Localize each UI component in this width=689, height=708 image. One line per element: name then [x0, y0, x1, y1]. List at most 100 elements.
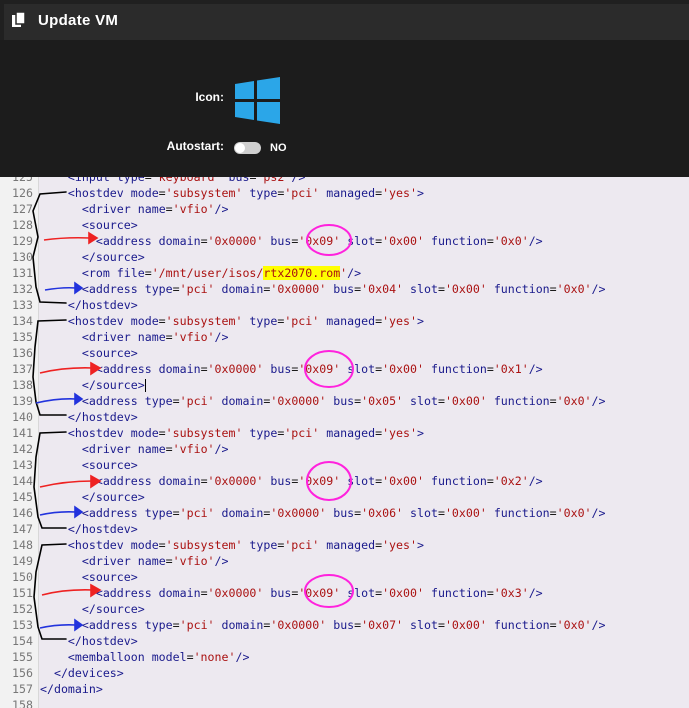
line-code: <source> [81, 218, 138, 232]
line-number: 137 [12, 362, 33, 376]
code-line[interactable]: 140 </hostdev> [0, 409, 689, 425]
line-code: <source> [81, 458, 138, 472]
code-line[interactable]: 137 <address domain='0x0000' bus='0x09' … [0, 361, 689, 377]
line-code: <address type='pci' domain='0x0000' bus=… [81, 506, 606, 520]
line-number: 150 [12, 570, 33, 584]
code-line[interactable]: 156 </devices> [0, 665, 689, 681]
code-line[interactable]: 149 <driver name='vfio'/> [0, 553, 689, 569]
line-code: <source> [81, 346, 138, 360]
text-cursor [144, 379, 146, 392]
line-code: <address domain='0x0000' bus='0x09' slot… [95, 234, 543, 248]
line-number: 135 [12, 330, 33, 344]
line-number: 127 [12, 202, 33, 216]
code-line[interactable]: 127 <driver name='vfio'/> [0, 201, 689, 217]
line-code: <address domain='0x0000' bus='0x09' slot… [95, 586, 543, 600]
line-number: 149 [12, 554, 33, 568]
line-code: <memballoon model='none'/> [67, 650, 250, 664]
line-code: </source> [81, 490, 145, 504]
code-line[interactable]: 144 <address domain='0x0000' bus='0x09' … [0, 473, 689, 489]
line-number: 143 [12, 458, 33, 472]
code-line[interactable]: 153 <address type='pci' domain='0x0000' … [0, 617, 689, 633]
code-line[interactable]: 147 </hostdev> [0, 521, 689, 537]
code-line[interactable]: 148 <hostdev mode='subsystem' type='pci'… [0, 537, 689, 553]
code-line[interactable]: 155 <memballoon model='none'/> [0, 649, 689, 665]
line-code: <hostdev mode='subsystem' type='pci' man… [67, 186, 424, 200]
line-number: 129 [12, 234, 33, 248]
code-line[interactable]: 143 <source> [0, 457, 689, 473]
windows-logo-icon[interactable] [235, 77, 280, 124]
code-line[interactable]: 129 <address domain='0x0000' bus='0x09' … [0, 233, 689, 249]
line-code: <driver name='vfio'/> [81, 330, 229, 344]
line-code: <address domain='0x0000' bus='0x09' slot… [95, 474, 543, 488]
window-header: Update VM [0, 0, 689, 40]
icon-label: Icon: [195, 90, 224, 104]
toggle-knob [235, 143, 245, 153]
line-number: 146 [12, 506, 33, 520]
autostart-label: Autostart: [166, 139, 224, 153]
code-line[interactable]: 150 <source> [0, 569, 689, 585]
line-number: 134 [12, 314, 33, 328]
code-line[interactable]: 135 <driver name='vfio'/> [0, 329, 689, 345]
line-number: 125 [12, 177, 33, 184]
line-number: 142 [12, 442, 33, 456]
line-code: </domain> [40, 682, 103, 696]
autostart-toggle[interactable] [234, 142, 261, 154]
line-code: <driver name='vfio'/> [81, 202, 229, 216]
code-line[interactable]: 136 <source> [0, 345, 689, 361]
line-number: 148 [12, 538, 33, 552]
line-code: </source> [81, 250, 145, 264]
line-number: 128 [12, 218, 33, 232]
line-code: <address type='pci' domain='0x0000' bus=… [81, 282, 606, 296]
code-line[interactable]: 139 <address type='pci' domain='0x0000' … [0, 393, 689, 409]
line-number: 154 [12, 634, 33, 648]
code-line[interactable]: 138 </source> [0, 377, 689, 393]
line-number: 126 [12, 186, 33, 200]
line-code: </hostdev> [67, 634, 138, 648]
line-code: <driver name='vfio'/> [81, 442, 229, 456]
line-number: 130 [12, 250, 33, 264]
line-code: <hostdev mode='subsystem' type='pci' man… [67, 538, 424, 552]
code-line[interactable]: 151 <address domain='0x0000' bus='0x09' … [0, 585, 689, 601]
autostart-value: NO [270, 142, 287, 154]
code-line[interactable]: 134 <hostdev mode='subsystem' type='pci'… [0, 313, 689, 329]
code-line[interactable]: 157 </domain> [0, 681, 689, 697]
code-line[interactable]: 133 </hostdev> [0, 297, 689, 313]
line-code: </devices> [53, 666, 124, 680]
line-number: 144 [12, 474, 33, 488]
page-title: Update VM [38, 12, 119, 29]
code-line[interactable]: 126 <hostdev mode='subsystem' type='pci'… [0, 185, 689, 201]
line-number: 140 [12, 410, 33, 424]
line-number: 131 [12, 266, 33, 280]
code-line[interactable]: 128 <source> [0, 217, 689, 233]
vm-settings-panel [0, 40, 689, 177]
code-line[interactable]: 142 <driver name='vfio'/> [0, 441, 689, 457]
line-code: <hostdev mode='subsystem' type='pci' man… [67, 314, 424, 328]
code-line[interactable]: 145 </source> [0, 489, 689, 505]
code-line[interactable]: 158 [0, 697, 689, 708]
code-line[interactable]: 132 <address type='pci' domain='0x0000' … [0, 281, 689, 297]
code-line[interactable]: 154 </hostdev> [0, 633, 689, 649]
code-line[interactable]: 130 </source> [0, 249, 689, 265]
line-code: <source> [81, 570, 138, 584]
line-number: 157 [12, 682, 33, 696]
line-number: 147 [12, 522, 33, 536]
code-line[interactable]: 141 <hostdev mode='subsystem' type='pci'… [0, 425, 689, 441]
line-number: 155 [12, 650, 33, 664]
line-number: 138 [12, 378, 33, 392]
line-number: 136 [12, 346, 33, 360]
code-line[interactable]: 146 <address type='pci' domain='0x0000' … [0, 505, 689, 521]
line-number: 145 [12, 490, 33, 504]
line-code: <address domain='0x0000' bus='0x09' slot… [95, 362, 543, 376]
line-number: 139 [12, 394, 33, 408]
line-number: 156 [12, 666, 33, 680]
line-code: </hostdev> [67, 298, 138, 312]
line-code: </source> [81, 378, 146, 392]
code-line[interactable]: 125 <input type='keyboard' bus='ps2'/> [0, 177, 689, 185]
code-line[interactable]: 131 <rom file='/mnt/user/isos/rtx2070.ro… [0, 265, 689, 281]
xml-editor[interactable]: 125 <input type='keyboard' bus='ps2'/> 12… [0, 177, 689, 708]
line-code: <hostdev mode='subsystem' type='pci' man… [67, 426, 424, 440]
line-code: <driver name='vfio'/> [81, 554, 229, 568]
line-code: <address type='pci' domain='0x0000' bus=… [81, 618, 606, 632]
line-number: 132 [12, 282, 33, 296]
code-line[interactable]: 152 </source> [0, 601, 689, 617]
